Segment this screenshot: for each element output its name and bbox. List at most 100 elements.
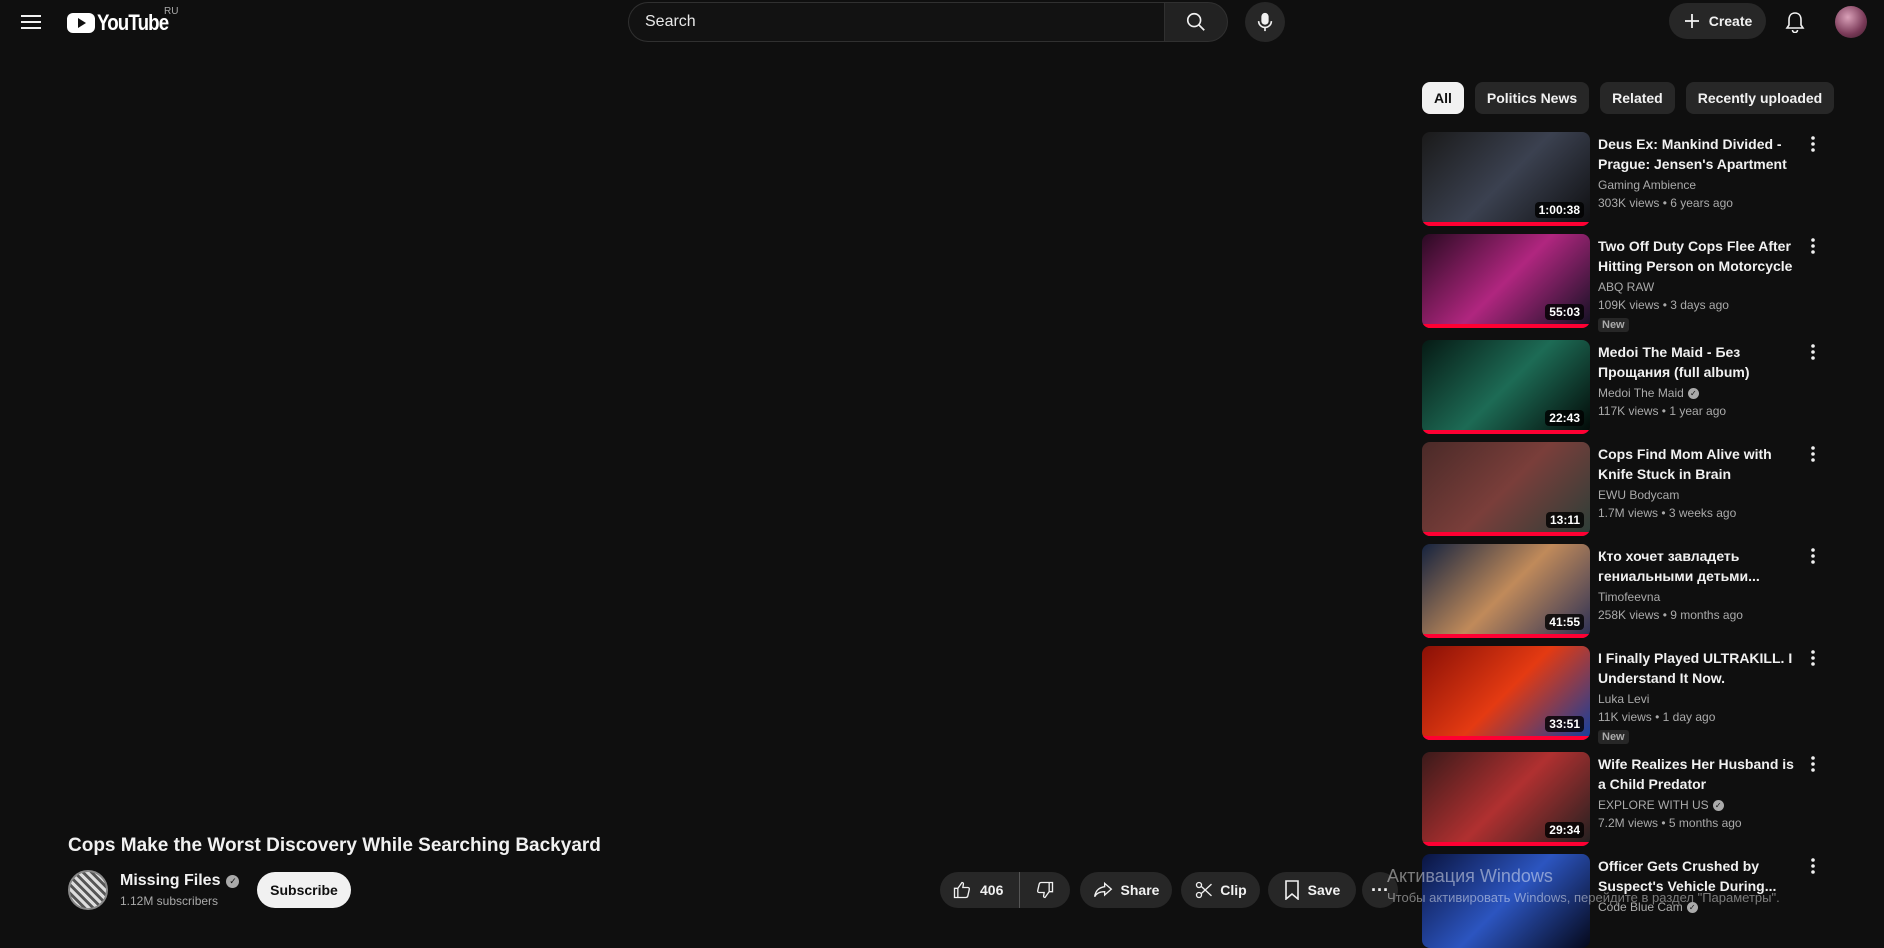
region-code: RU: [164, 6, 179, 17]
recommendation-item[interactable]: 29:34 Wife Realizes Her Husband is a Chil…: [1422, 752, 1824, 846]
video-thumbnail[interactable]: 13:11: [1422, 442, 1590, 536]
watch-progress-bar: [1422, 842, 1590, 846]
recommendation-channel[interactable]: EWU Bodycam: [1598, 488, 1679, 502]
thumbs-down-icon: [1037, 881, 1054, 899]
recommendation-channel[interactable]: Luka Levi: [1598, 692, 1649, 706]
video-player[interactable]: [68, 56, 1398, 826]
video-duration: 41:55: [1545, 614, 1584, 630]
recommendation-meta: 109K views • 3 days ago: [1598, 298, 1729, 312]
plus-icon: [1684, 14, 1699, 28]
filter-chips: All Politics News Related Recently uploaded: [1422, 82, 1835, 114]
recommendation-channel-name: Luka Levi: [1598, 692, 1650, 706]
recommendation-title[interactable]: Two Off Duty Cops Flee After Hitting Per…: [1598, 236, 1804, 276]
voice-search-button[interactable]: [1245, 2, 1285, 42]
video-duration: 22:43: [1545, 410, 1584, 426]
subscribe-button[interactable]: Subscribe: [257, 872, 351, 908]
recommendation-channel[interactable]: EXPLORE WITH US ✓: [1598, 798, 1724, 812]
search-input[interactable]: [628, 2, 1164, 42]
dislike-button[interactable]: [1020, 880, 1070, 900]
video-duration: 1:00:38: [1534, 202, 1584, 218]
recommendation-menu-button[interactable]: [1802, 132, 1824, 156]
chip-politics-news[interactable]: Politics News: [1474, 82, 1590, 114]
clip-label: Clip: [1220, 882, 1247, 898]
recommendation-item[interactable]: 33:51 I Finally Played ULTRAKILL. I Under…: [1422, 646, 1824, 744]
channel-name[interactable]: Missing Files ✓: [120, 872, 240, 890]
recommendation-meta: 303K views • 6 years ago: [1598, 196, 1733, 210]
verified-icon: ✓: [1687, 387, 1699, 399]
subscriber-count: 1.12M subscribers: [120, 894, 219, 908]
watch-progress-bar: [1422, 634, 1590, 638]
recommendation-meta: 7.2M views • 5 months ago: [1598, 816, 1742, 830]
recommendation-title[interactable]: Cops Find Mom Alive with Knife Stuck in …: [1598, 444, 1804, 484]
search-icon: [1186, 12, 1205, 31]
recommendation-item[interactable]: 1:00:38 Deus Ex: Mankind Divided - Prague…: [1422, 132, 1824, 226]
chip-related[interactable]: Related: [1600, 82, 1675, 114]
recommendation-channel-name: Gaming Ambience: [1598, 178, 1697, 192]
top-bar: YouTube RU Create: [0, 0, 1884, 44]
recommendation-menu-button[interactable]: [1802, 442, 1824, 466]
vertical-dots-icon: [1811, 238, 1815, 254]
notifications-button[interactable]: [1775, 2, 1815, 42]
share-button[interactable]: Share: [1080, 872, 1172, 908]
menu-button[interactable]: [14, 6, 48, 38]
new-badge: New: [1598, 318, 1629, 332]
recommendation-channel-name: Timofeevna: [1598, 590, 1661, 604]
recommendation-title[interactable]: Medoi The Maid - Без Прощания (full albu…: [1598, 342, 1804, 382]
share-label: Share: [1120, 882, 1160, 898]
watch-progress-bar: [1422, 532, 1590, 536]
vertical-dots-icon: [1811, 446, 1815, 462]
recommendation-item[interactable]: 22:43 Medoi The Maid - Без Прощания (full…: [1422, 340, 1824, 434]
recommendation-title[interactable]: Wife Realizes Her Husband is a Child Pre…: [1598, 754, 1804, 794]
recommendation-menu-button[interactable]: [1802, 646, 1824, 670]
video-thumbnail[interactable]: 29:34: [1422, 752, 1590, 846]
video-thumbnail[interactable]: 41:55: [1422, 544, 1590, 638]
chip-all[interactable]: All: [1422, 82, 1464, 114]
recommendation-item[interactable]: 13:11 Cops Find Mom Alive with Knife Stuc…: [1422, 442, 1824, 536]
new-badge: New: [1598, 730, 1629, 744]
watch-progress-bar: [1422, 736, 1590, 740]
logo-text: YouTube: [97, 10, 169, 35]
save-button[interactable]: Save: [1268, 872, 1356, 908]
recommendation-channel[interactable]: Gaming Ambience: [1598, 178, 1696, 192]
microphone-icon: [1257, 12, 1273, 32]
recommendation-meta: 11K views • 1 day ago: [1598, 710, 1716, 724]
video-thumbnail[interactable]: 22:43: [1422, 340, 1590, 434]
vertical-dots-icon: [1811, 858, 1815, 874]
verified-icon: ✓: [226, 874, 240, 888]
video-thumbnail[interactable]: 55:03: [1422, 234, 1590, 328]
chip-recently-uploaded[interactable]: Recently uploaded: [1685, 82, 1835, 114]
search-button[interactable]: [1164, 2, 1228, 42]
recommendation-item[interactable]: 41:55 Кто хочет завладеть гениальными дет…: [1422, 544, 1824, 638]
create-button[interactable]: Create: [1669, 3, 1766, 39]
video-thumbnail[interactable]: 1:00:38: [1422, 132, 1590, 226]
recommendation-menu-button[interactable]: [1802, 340, 1824, 364]
recommendation-menu-button[interactable]: [1802, 544, 1824, 568]
recommendation-title[interactable]: Deus Ex: Mankind Divided - Prague: Jense…: [1598, 134, 1804, 174]
watch-progress-bar: [1422, 222, 1590, 226]
video-duration: 55:03: [1545, 304, 1584, 320]
video-duration: 33:51: [1545, 716, 1584, 732]
create-label: Create: [1708, 13, 1753, 29]
recommendation-item[interactable]: 55:03 Two Off Duty Cops Flee After Hittin…: [1422, 234, 1824, 332]
bookmark-icon: [1284, 880, 1299, 900]
recommendation-channel[interactable]: Medoi The Maid ✓: [1598, 386, 1699, 400]
recommendation-menu-button[interactable]: [1802, 234, 1824, 258]
clip-button[interactable]: Clip: [1181, 872, 1260, 908]
windows-activation-text: Чтобы активировать Windows, перейдите в …: [1387, 890, 1780, 905]
recommendation-menu-button[interactable]: [1802, 752, 1824, 776]
recommendation-channel[interactable]: Timofeevna: [1598, 590, 1660, 604]
recommendation-title[interactable]: I Finally Played ULTRAKILL. I Understand…: [1598, 648, 1804, 688]
bell-icon: [1785, 12, 1805, 33]
recommendation-meta: 1.7M views • 3 weeks ago: [1598, 506, 1737, 520]
recommendation-title[interactable]: Кто хочет завладеть гениальными детьми..…: [1598, 546, 1804, 586]
save-label: Save: [1307, 882, 1341, 898]
video-thumbnail[interactable]: 33:51: [1422, 646, 1590, 740]
recommendation-menu-button[interactable]: [1802, 854, 1824, 878]
like-button[interactable]: 406: [940, 872, 1020, 908]
like-dislike-bar: 406: [940, 872, 1070, 908]
vertical-dots-icon: [1811, 548, 1815, 564]
watch-progress-bar: [1422, 324, 1590, 328]
account-avatar[interactable]: [1835, 6, 1867, 38]
recommendation-channel[interactable]: ABQ RAW: [1598, 280, 1654, 294]
channel-avatar[interactable]: [68, 870, 108, 910]
